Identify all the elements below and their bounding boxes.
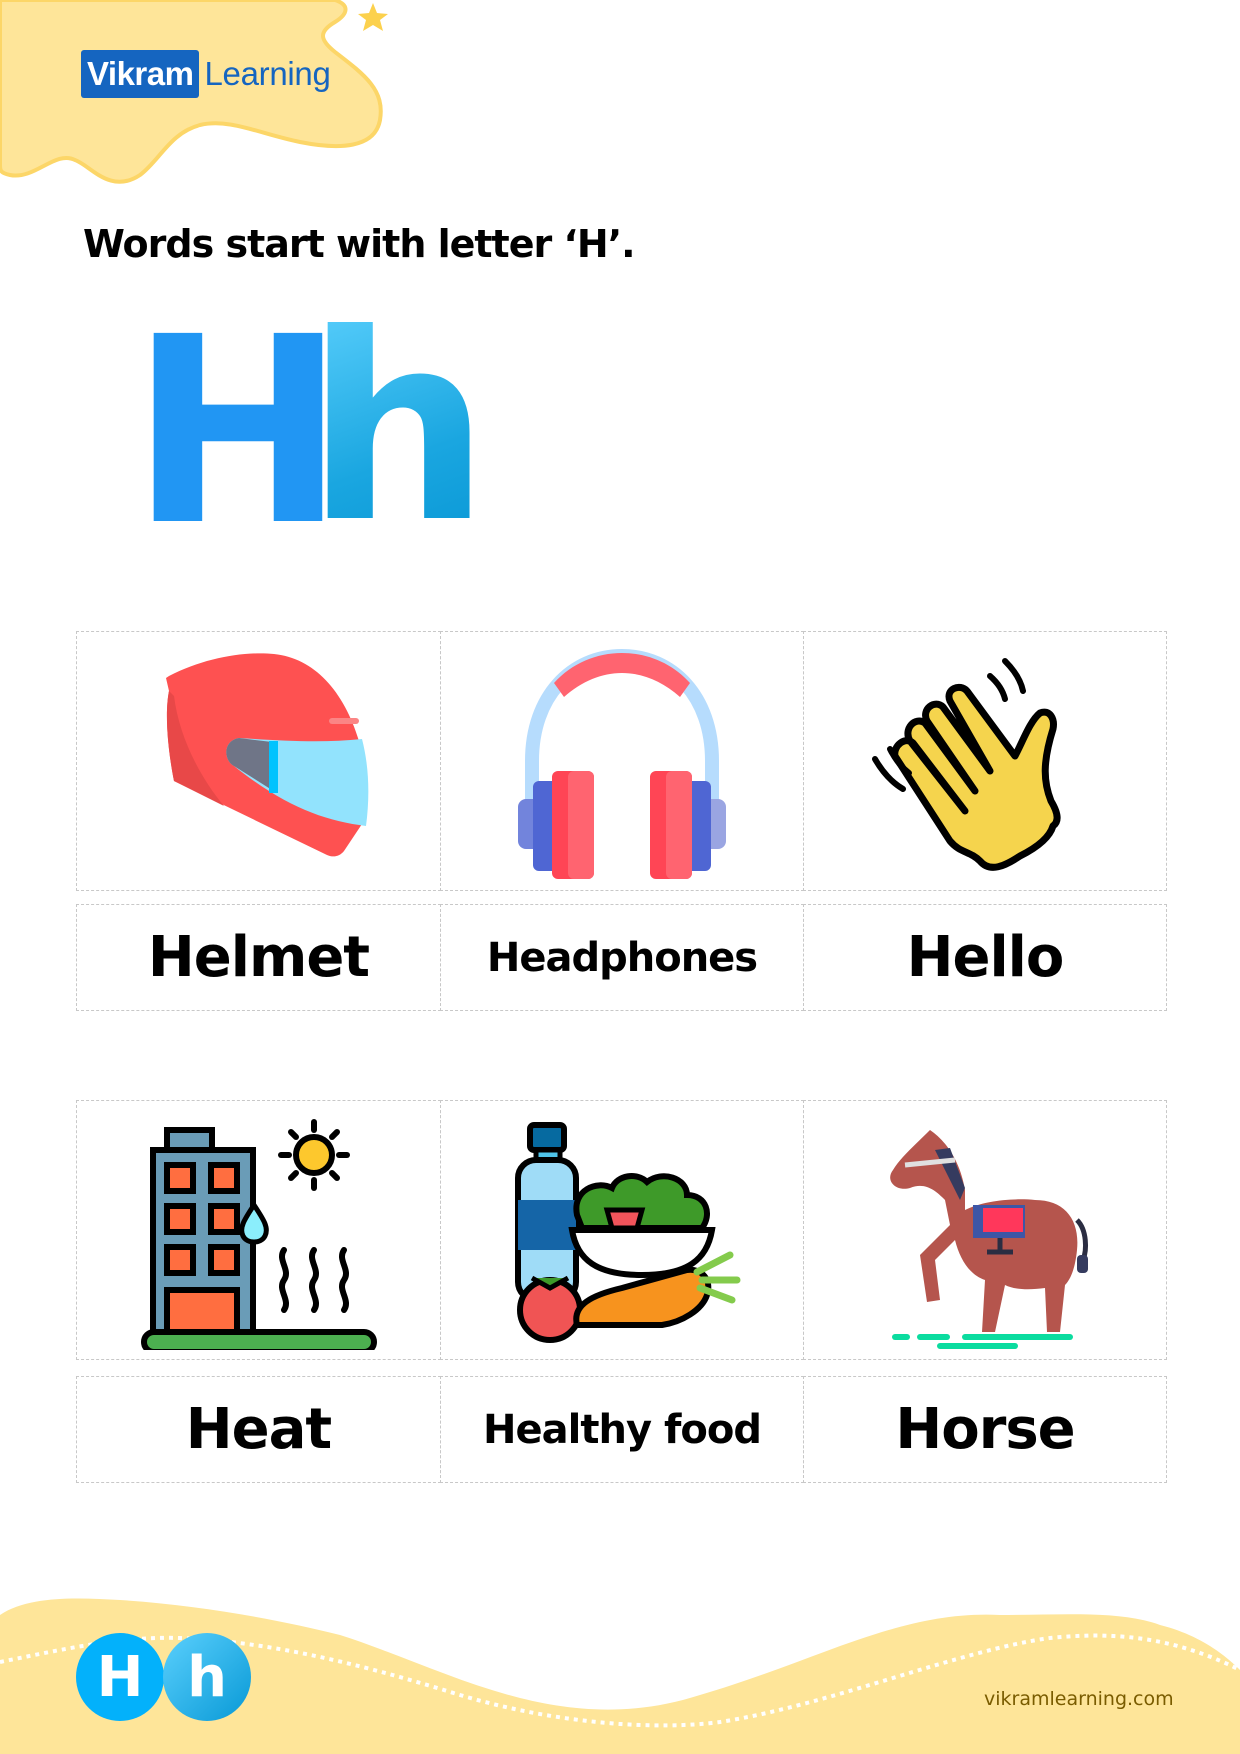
label-cell: Heat xyxy=(76,1376,441,1483)
label-cell: Healthy food xyxy=(440,1376,804,1483)
label-cell: Horse xyxy=(803,1376,1167,1483)
headphones-icon xyxy=(518,648,726,879)
header-blob-decoration xyxy=(0,0,388,184)
word-grid-row-1-labels: Helmet Headphones Hello xyxy=(76,904,1167,1011)
horse-icon xyxy=(890,1130,1088,1349)
footer-badge-lowercase: h xyxy=(163,1633,251,1721)
word-label-healthy-food: Healthy food xyxy=(483,1406,762,1453)
logo-vikram: Vikram xyxy=(81,50,200,98)
word-grid-row-2-images xyxy=(76,1100,1167,1360)
waving-hand-icon xyxy=(872,658,1061,871)
image-cell-headphones xyxy=(440,631,804,891)
healthy-food-icon xyxy=(515,1122,741,1343)
label-cell: Helmet xyxy=(76,904,441,1011)
word-grid-row-1-images xyxy=(76,631,1167,891)
word-grid-row-2-labels: Heat Healthy food Horse xyxy=(76,1376,1167,1483)
star-icon xyxy=(358,3,388,31)
big-lowercase-letter: h xyxy=(306,279,490,579)
word-label-helmet: Helmet xyxy=(147,925,370,990)
label-cell: Headphones xyxy=(440,904,804,1011)
image-cell-horse xyxy=(803,1100,1167,1360)
brand-logo[interactable]: Vikram Learning xyxy=(81,50,331,98)
word-label-hello: Hello xyxy=(906,925,1065,990)
page-title: Words start with letter ‘H’. xyxy=(83,222,636,266)
image-cell-hello xyxy=(803,631,1167,891)
image-cell-heat xyxy=(76,1100,441,1360)
footer-badge-uppercase: H xyxy=(76,1633,164,1721)
word-label-heat: Heat xyxy=(185,1397,332,1462)
heat-building-icon xyxy=(140,1119,377,1350)
label-cell: Hello xyxy=(803,904,1167,1011)
website-link[interactable]: vikramlearning.com xyxy=(984,1688,1174,1710)
helmet-icon xyxy=(165,653,368,857)
logo-learning: Learning xyxy=(204,55,331,92)
word-label-headphones: Headphones xyxy=(486,934,758,981)
image-cell-helmet xyxy=(76,631,441,891)
word-label-horse: Horse xyxy=(895,1397,1075,1462)
image-cell-healthy-food xyxy=(440,1100,804,1360)
